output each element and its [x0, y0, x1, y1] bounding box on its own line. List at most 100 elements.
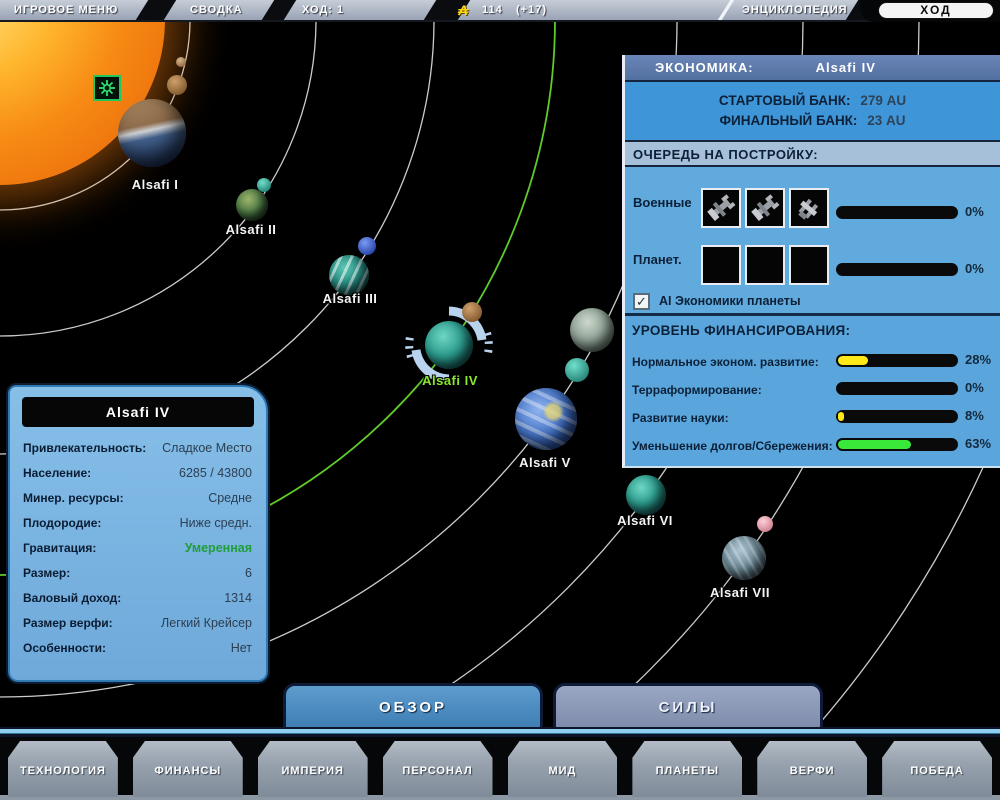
info-row-fertility: Плодородие: Ниже средн.: [10, 510, 266, 535]
foreign-office-button[interactable]: МИД: [508, 741, 618, 797]
funding-terraform-label: Терраформирование:: [632, 383, 762, 397]
military-queue-slot-3[interactable]: [789, 188, 829, 228]
planetary-queue-slot-3[interactable]: [789, 245, 829, 285]
military-queue-percent: 0%: [965, 204, 984, 219]
shipyards-button[interactable]: ВЕРФИ: [757, 741, 867, 797]
planetary-queue-slot-2[interactable]: [745, 245, 785, 285]
planet-alsafi-v[interactable]: [515, 388, 577, 450]
start-bank-row: СТАРТОВЫЙ БАНК: 279 AU: [625, 91, 1000, 111]
info-row-minerals: Минер. ресурсы: Средне: [10, 485, 266, 510]
funding-terraform-percent: 0%: [965, 380, 984, 395]
funding-science-slider[interactable]: [836, 410, 958, 423]
planet-info-panel: Alsafi IV Привлекательность: Сладкое Мес…: [8, 385, 268, 682]
moon-alsafi-v-a[interactable]: [565, 358, 589, 382]
game-menu-button[interactable]: ИГРОВОЕ МЕНЮ: [14, 0, 118, 20]
separator: [718, 0, 734, 20]
funds-delta: (+17): [516, 0, 547, 20]
funding-terraform-slider[interactable]: [836, 382, 958, 395]
planetary-queue-percent: 0%: [965, 261, 984, 276]
planet-label-alsafi-vi: Alsafi VI: [617, 513, 673, 528]
summary-button[interactable]: СВОДКА: [190, 0, 243, 20]
planet-label-alsafi-ii: Alsafi II: [226, 222, 277, 237]
funds-value: 114: [482, 0, 503, 20]
planet-alsafi-ii[interactable]: [236, 189, 268, 221]
planet-label-alsafi-vii: Alsafi VII: [710, 585, 770, 600]
planet-label-alsafi-iv: Alsafi IV: [422, 373, 478, 388]
planet-label-alsafi-iii: Alsafi III: [323, 291, 378, 306]
end-turn-area: ХОД: [860, 0, 1000, 22]
economy-title: ЭКОНОМИКА:: [655, 60, 754, 75]
planet-alsafi-i[interactable]: [118, 99, 186, 167]
tab-forces[interactable]: СИЛЫ: [553, 683, 823, 728]
bottom-button-bar: ТЕХНОЛОГИЯ ФИНАНСЫ ИМПЕРИЯ ПЕРСОНАЛ МИД …: [0, 737, 1000, 800]
planet-alsafi-iv[interactable]: [425, 321, 473, 369]
planet-label-alsafi-i: Alsafi I: [132, 177, 179, 192]
moon-alsafi-i-b[interactable]: [176, 57, 186, 67]
info-row-specials: Особенности: Нет: [10, 635, 266, 660]
funding-economy-percent: 28%: [965, 352, 991, 367]
planet-alsafi-v-companion[interactable]: [570, 308, 614, 352]
info-row-size: Размер: 6: [10, 560, 266, 585]
planetary-queue-label: Планет.: [633, 252, 682, 267]
funding-debt-percent: 63%: [965, 436, 991, 451]
separator: [262, 0, 296, 20]
funding-economy-slider[interactable]: [836, 354, 958, 367]
separator: [136, 0, 176, 20]
game-screen: Alsafi I Alsafi II Alsafi III Alsafi IV …: [0, 0, 1000, 800]
info-row-gross-income: Валовый доход: 1314: [10, 585, 266, 610]
funding-header: УРОВЕНЬ ФИНАНСИРОВАНИЯ:: [632, 323, 850, 338]
funding-debt-label: Уменьшение долгов/Сбережения:: [632, 439, 833, 453]
info-row-shipyard-size: Размер верфи: Легкий Крейсер: [10, 610, 266, 635]
planets-button[interactable]: ПЛАНЕТЫ: [632, 741, 742, 797]
info-row-gravity: Гравитация: Умеренная: [10, 535, 266, 560]
moon-alsafi-i-a[interactable]: [167, 75, 187, 95]
tab-strip-divider: [0, 727, 1000, 737]
empire-button[interactable]: ИМПЕРИЯ: [258, 741, 368, 797]
bank-section: СТАРТОВЫЙ БАНК: 279 AU ФИНАЛЬНЫЙ БАНК: 2…: [625, 82, 1000, 142]
bottom-button-row: ТЕХНОЛОГИЯ ФИНАНСЫ ИМПЕРИЯ ПЕРСОНАЛ МИД …: [2, 741, 998, 797]
planet-alsafi-vii[interactable]: [722, 536, 766, 580]
planet-label-alsafi-v: Alsafi V: [519, 455, 571, 470]
moon-alsafi-ii-a[interactable]: [257, 178, 271, 192]
build-queue-section: Военные 0% Планет.: [625, 167, 1000, 313]
planet-info-title: Alsafi IV: [22, 397, 254, 427]
military-queue-progress[interactable]: [836, 206, 958, 219]
ai-economy-checkbox[interactable]: ✓: [633, 293, 650, 310]
planet-alsafi-iii[interactable]: [329, 255, 369, 295]
moon-alsafi-vii-a[interactable]: [757, 516, 773, 532]
moon-alsafi-iv-a[interactable]: [462, 302, 482, 322]
info-row-attractiveness: Привлекательность: Сладкое Место: [10, 435, 266, 460]
turn-counter: ХОД: 1: [302, 0, 344, 20]
money-icon: ₳: [458, 0, 468, 20]
military-queue-slot-1[interactable]: [701, 188, 741, 228]
economy-panel: ЭКОНОМИКА: Alsafi IV СТАРТОВЫЙ БАНК: 279…: [622, 55, 1000, 468]
info-row-population: Население: 6285 / 43800: [10, 460, 266, 485]
funding-section: УРОВЕНЬ ФИНАНСИРОВАНИЯ: Нормальное эконо…: [625, 313, 1000, 466]
funding-science-label: Развитие науки:: [632, 411, 729, 425]
top-menu-bar: ИГРОВОЕ МЕНЮ СВОДКА ХОД: 1 ₳ 114 (+17) Э…: [0, 0, 1000, 22]
moon-alsafi-iii-a[interactable]: [358, 237, 376, 255]
funding-economy-label: Нормальное эконом. развитие:: [632, 355, 819, 369]
economy-planet-name: Alsafi IV: [816, 60, 876, 75]
tab-overview[interactable]: ОБЗОР: [283, 683, 543, 728]
fleet-marker-icon[interactable]: [93, 75, 121, 101]
personnel-button[interactable]: ПЕРСОНАЛ: [383, 741, 493, 797]
victory-button[interactable]: ПОБЕДА: [882, 741, 992, 797]
planetary-queue-progress[interactable]: [836, 263, 958, 276]
build-queue-header: ОЧЕРЕДЬ НА ПОСТРОЙКУ:: [625, 142, 1000, 167]
final-bank-row: ФИНАЛЬНЫЙ БАНК: 23 AU: [625, 111, 1000, 131]
end-turn-button[interactable]: ХОД: [878, 2, 994, 19]
encyclopedia-button[interactable]: ЭНЦИКЛОПЕДИЯ: [742, 0, 848, 20]
starburst-icon: [98, 79, 116, 97]
ship-icon: [793, 192, 825, 224]
military-queue-slot-2[interactable]: [745, 188, 785, 228]
economy-header: ЭКОНОМИКА: Alsafi IV: [625, 55, 1000, 82]
funding-science-percent: 8%: [965, 408, 984, 423]
planetary-queue-slot-1[interactable]: [701, 245, 741, 285]
finance-button[interactable]: ФИНАНСЫ: [133, 741, 243, 797]
technology-button[interactable]: ТЕХНОЛОГИЯ: [8, 741, 118, 797]
ai-economy-label: AI Экономики планеты: [659, 294, 801, 308]
military-queue-label: Военные: [633, 195, 692, 210]
planet-alsafi-vi[interactable]: [626, 475, 666, 515]
funding-debt-slider[interactable]: [836, 438, 958, 451]
